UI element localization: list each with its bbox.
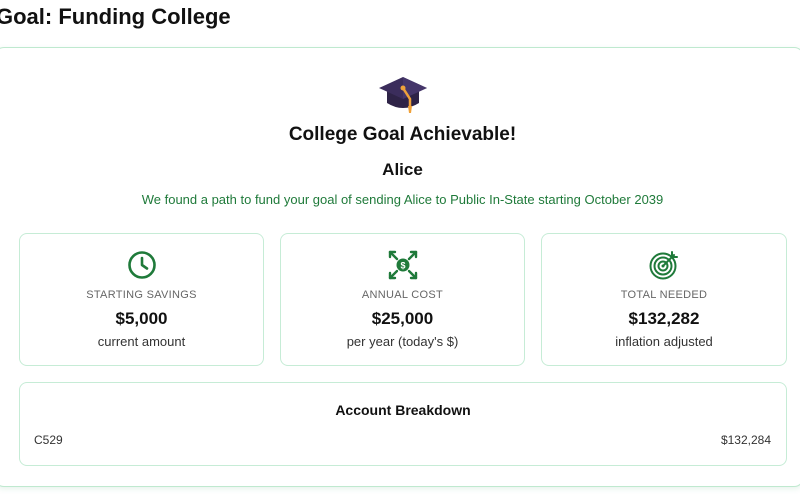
student-name: Alice xyxy=(382,160,423,179)
target-icon xyxy=(649,251,678,280)
clock-icon xyxy=(127,251,156,279)
goal-status-heading: College Goal Achievable! xyxy=(288,124,517,145)
money-expand-icon: $ xyxy=(388,250,417,280)
stat-label: TOTAL NEEDED xyxy=(620,289,708,301)
stat-subtext: current amount xyxy=(97,334,186,349)
stat-label: ANNUAL COST xyxy=(361,289,444,301)
starting-savings-card: STARTING SAVINGS $5,000 current amount xyxy=(19,233,264,366)
stat-value: $5,000 xyxy=(115,309,168,328)
account-amount: $132,284 xyxy=(720,433,771,447)
stat-label: STARTING SAVINGS xyxy=(86,289,197,301)
annual-cost-card: $ ANNUAL COST $25,000 per year (today's … xyxy=(280,233,525,366)
page-title: Goal: Funding College xyxy=(0,4,231,29)
account-breakdown-card: Account Breakdown C529 $132,284 xyxy=(19,382,787,466)
total-needed-card: TOTAL NEEDED $132,282 inflation adjusted xyxy=(541,233,787,366)
stat-value: $132,282 xyxy=(628,309,700,328)
graduation-cap-icon xyxy=(379,77,427,113)
breakdown-title: Account Breakdown xyxy=(335,402,471,418)
stat-value: $25,000 xyxy=(371,309,434,328)
svg-text:$: $ xyxy=(400,261,405,271)
stat-subtext: inflation adjusted xyxy=(615,334,713,349)
goal-summary-text: We found a path to fund your goal of sen… xyxy=(141,192,664,207)
stat-subtext: per year (today's $) xyxy=(346,334,459,349)
account-name: C529 xyxy=(34,433,63,447)
